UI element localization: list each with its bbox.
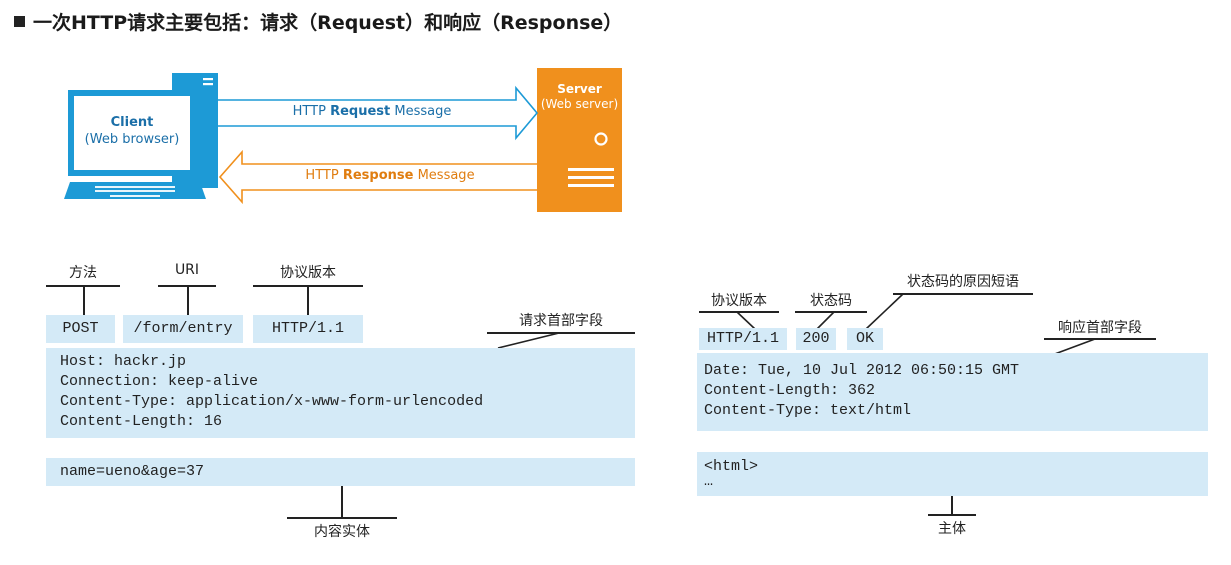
header-line: Content-Type: application/x-www-form-url…: [60, 393, 484, 410]
response-version-label: 协议版本: [711, 293, 767, 309]
uri-label: URI: [174, 262, 200, 278]
response-version-value: HTTP/1.1: [699, 328, 787, 350]
request-headers-box: Host: hackr.jp Connection: keep-alive Co…: [46, 348, 635, 438]
reason-phrase-value: OK: [847, 328, 883, 350]
connector-line: [865, 293, 904, 330]
body-line: <html>: [704, 458, 759, 475]
connector-line: [83, 285, 85, 315]
header-line: Content-Type: text/html: [704, 402, 912, 419]
response-body-label: 主体: [938, 521, 966, 537]
connector-line: [951, 496, 953, 514]
request-headers-label: 请求首部字段: [519, 313, 603, 329]
client-label: Client (Web browser): [84, 115, 180, 147]
server-label: Server (Web server): [540, 82, 619, 111]
header-line: Connection: keep-alive: [60, 373, 259, 390]
connector-line: [341, 486, 343, 517]
header-line: Date: Tue, 10 Jul 2012 06:50:15 GMT: [704, 362, 1020, 379]
status-code-label: 状态码: [810, 293, 852, 309]
connector-line: [928, 514, 976, 516]
request-version-label: 协议版本: [280, 265, 336, 281]
status-code-value: 200: [796, 328, 836, 350]
connector-line: [287, 517, 397, 519]
connector-line: [307, 285, 309, 315]
request-line: POST /form/entry HTTP/1.1: [46, 315, 363, 343]
header-line: Host: hackr.jp: [60, 353, 187, 370]
header-line: Content-Length: 16: [60, 413, 223, 430]
response-body-box: <html> …: [697, 452, 1208, 496]
request-version-value: HTTP/1.1: [253, 315, 363, 343]
connector-line: [893, 293, 1033, 295]
request-body-label: 内容实体: [314, 524, 370, 540]
response-headers-label: 响应首部字段: [1058, 320, 1142, 336]
status-line: HTTP/1.1 200 OK: [699, 328, 889, 350]
uri-value: /form/entry: [123, 315, 243, 343]
header-line: Content-Length: 362: [704, 382, 876, 399]
response-headers-box: Date: Tue, 10 Jul 2012 06:50:15 GMT Cont…: [697, 353, 1208, 431]
method-label: 方法: [69, 265, 97, 281]
method-value: POST: [46, 315, 115, 343]
connector-line: [187, 285, 189, 315]
response-message-label: HTTP Response Message: [305, 168, 475, 183]
request-body-box: name=ueno&age=37: [46, 458, 635, 486]
reason-phrase-label: 状态码的原因短语: [907, 274, 1019, 290]
body-line: …: [704, 473, 714, 490]
request-message-label: HTTP Request Message: [292, 104, 452, 119]
